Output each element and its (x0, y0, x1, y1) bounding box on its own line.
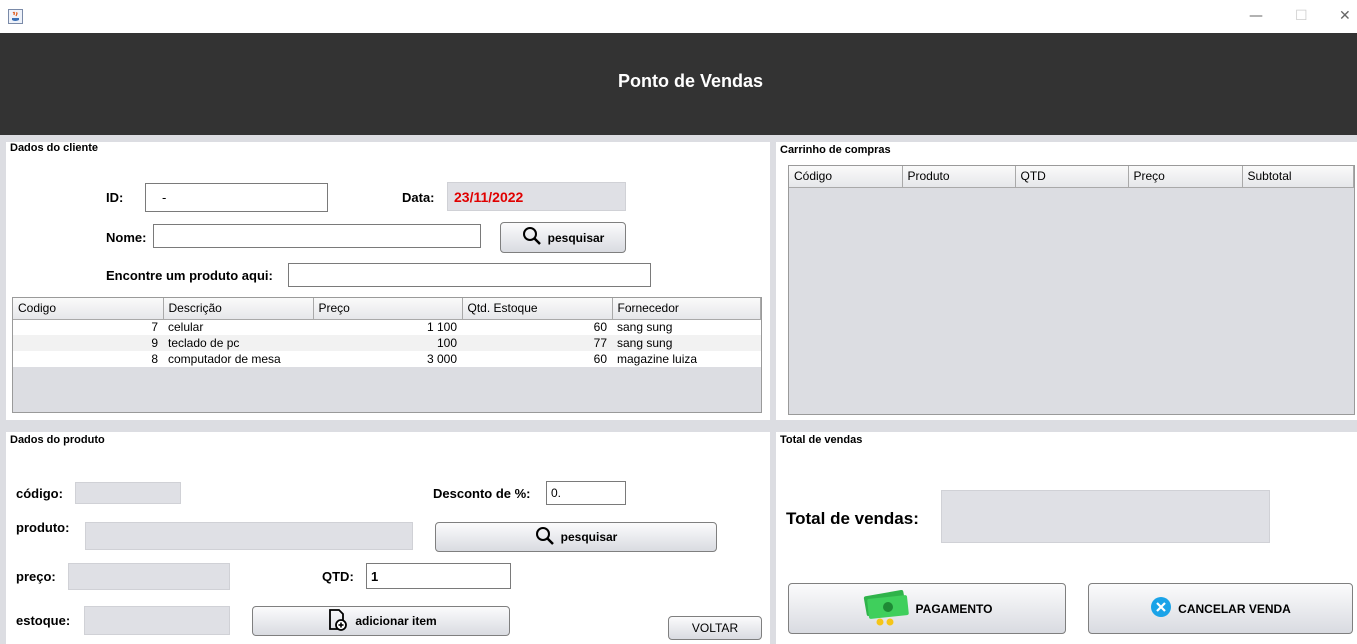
payment-button[interactable]: PAGAMENTO (788, 583, 1066, 634)
back-button[interactable]: VOLTAR (668, 616, 762, 640)
column-header[interactable]: Qtd. Estoque (462, 298, 613, 320)
client-name-label: Nome: (106, 230, 147, 245)
add-item-label: adicionar item (355, 614, 437, 628)
product-section-title: Dados do produto (10, 434, 105, 446)
table-row[interactable]: 7 celular 1 100 60 sang sung (13, 319, 761, 335)
totals-section-title: Total de vendas (780, 434, 863, 446)
table-cell: sang sung (612, 335, 761, 351)
table-cell: 77 (462, 335, 612, 351)
product-price-field (68, 563, 230, 590)
column-header[interactable]: Codigo (13, 298, 164, 320)
product-panel: Dados do produto código: produto: preço:… (6, 432, 770, 644)
cart-table[interactable]: Código Produto QTD Preço Subtotal (788, 165, 1355, 415)
table-cell: magazine luiza (612, 351, 761, 367)
total-sales-label: Total de vendas: (786, 509, 919, 528)
date-value: 23/11/2022 (454, 189, 524, 205)
table-row[interactable]: 9 teclado de pc 100 77 sang sung (13, 335, 761, 351)
table-cell: 60 (462, 351, 612, 367)
table-cell: computador de mesa (163, 351, 313, 367)
qty-input[interactable]: 1 (366, 563, 511, 589)
cancel-icon (1150, 596, 1172, 621)
discount-value: 0. (551, 486, 562, 500)
find-product-input[interactable] (288, 263, 651, 287)
table-cell: 60 (462, 319, 612, 335)
product-code-label: código: (16, 486, 63, 501)
client-search-button[interactable]: pesquisar (500, 222, 626, 253)
client-section-title: Dados do cliente (10, 142, 99, 154)
discount-input[interactable]: 0. (546, 481, 626, 505)
payment-label: PAGAMENTO (915, 601, 993, 616)
qty-value: 1 (371, 568, 379, 584)
client-id-field[interactable]: - (145, 183, 328, 212)
totals-panel: Total de vendas Total de vendas: PAGAMEN… (776, 432, 1357, 644)
table-cell: 3 000 (313, 351, 462, 367)
page-title: Ponto de Vendas (617, 71, 764, 91)
column-header[interactable]: Fornecedor (612, 298, 761, 320)
date-field: 23/11/2022 (447, 182, 626, 211)
close-button[interactable]: ✕ (1339, 8, 1351, 24)
table-cell: teclado de pc (163, 335, 313, 351)
window-titlebar: — ☐ ✕ (0, 0, 1357, 33)
column-header[interactable]: Produto (902, 166, 1016, 188)
search-icon (522, 226, 542, 249)
product-stock-field (84, 606, 230, 635)
client-name-input[interactable] (153, 224, 481, 248)
table-row[interactable]: 8 computador de mesa 3 000 60 magazine l… (13, 351, 761, 367)
cancel-sale-label: CANCELAR VENDA (1178, 601, 1291, 616)
qty-label: QTD: (322, 569, 354, 584)
cancel-sale-button[interactable]: CANCELAR VENDA (1088, 583, 1353, 634)
table-cell: sang sung (612, 319, 761, 335)
table-cell: 7 (13, 319, 163, 335)
maximize-button[interactable]: ☐ (1295, 8, 1308, 24)
table-cell: 8 (13, 351, 163, 367)
product-price-label: preço: (16, 569, 56, 584)
date-label: Data: (402, 190, 435, 205)
table-cell: 100 (313, 335, 462, 351)
add-item-button[interactable]: adicionar item (252, 606, 510, 636)
column-header[interactable]: Preço (313, 298, 463, 320)
money-icon (862, 587, 910, 630)
product-name-label: produto: (16, 520, 70, 535)
column-header[interactable]: Código (789, 166, 903, 188)
table-cell: celular (163, 319, 313, 335)
table-cell: 9 (13, 335, 163, 351)
product-name-field (85, 522, 413, 550)
product-search-label: pesquisar (560, 530, 618, 544)
client-panel: Dados do cliente ID: - Data: 23/11/2022 … (6, 142, 770, 420)
cart-panel: Carrinho de compras Código Produto QTD P… (776, 142, 1357, 420)
cart-section-title: Carrinho de compras (780, 144, 891, 156)
minimize-button[interactable]: — (1249, 8, 1263, 24)
client-id-value: - (162, 190, 167, 205)
discount-label: Desconto de %: (433, 486, 531, 501)
column-header[interactable]: Subtotal (1242, 166, 1354, 188)
client-id-label: ID: (106, 190, 124, 205)
products-table[interactable]: Codigo Descrição Preço Qtd. Estoque Forn… (12, 297, 762, 413)
product-code-field (75, 482, 181, 504)
back-label: VOLTAR (691, 621, 739, 635)
product-stock-label: estoque: (16, 613, 71, 628)
product-search-button[interactable]: pesquisar (435, 522, 717, 552)
column-header[interactable]: QTD (1015, 166, 1129, 188)
total-sales-field (941, 490, 1270, 543)
client-search-label: pesquisar (547, 230, 605, 245)
java-app-icon (8, 9, 23, 24)
app-header: Ponto de Vendas (0, 33, 1357, 135)
column-header[interactable]: Preço (1128, 166, 1243, 188)
table-cell: 1 100 (313, 319, 462, 335)
column-header[interactable]: Descrição (163, 298, 314, 320)
find-product-label: Encontre um produto aqui: (106, 268, 273, 283)
search-icon (535, 526, 555, 549)
add-file-icon (325, 608, 349, 635)
